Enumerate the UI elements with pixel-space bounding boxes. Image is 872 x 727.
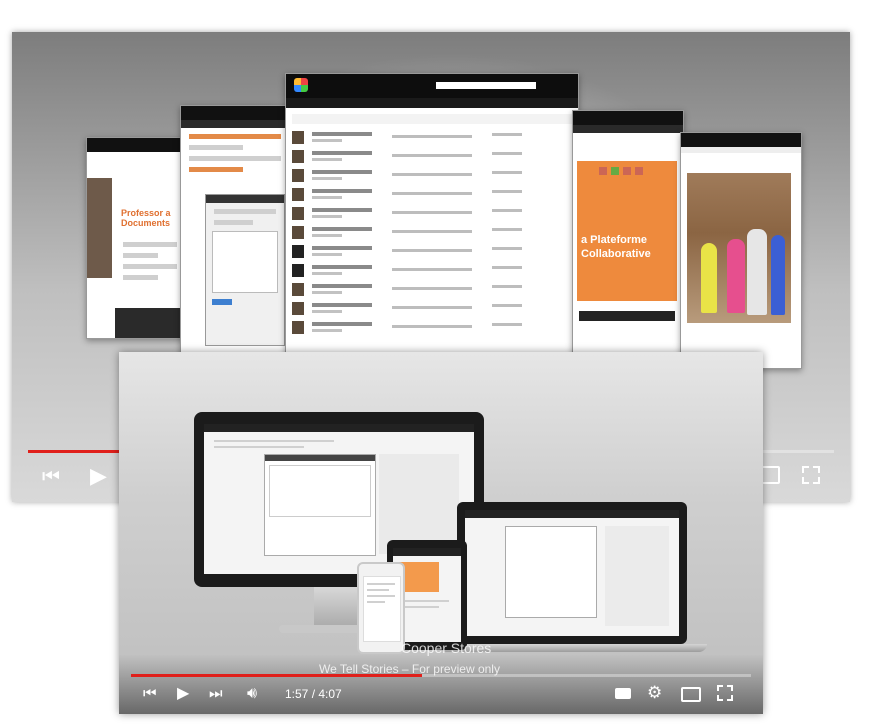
front-progress-fill — [131, 674, 423, 677]
gear-icon[interactable]: ⚙ — [647, 683, 662, 703]
skip-previous-icon[interactable]: ⏮ — [143, 684, 157, 702]
fullscreen-icon[interactable] — [717, 685, 733, 701]
skip-next-icon[interactable]: ⏭ — [209, 684, 223, 702]
photo-people — [687, 173, 791, 323]
play-icon[interactable]: ▶ — [90, 464, 107, 489]
screenshot-window-far-left: Professor a Documents — [86, 137, 188, 339]
front-progress-bar[interactable] — [131, 674, 751, 677]
smartphone — [357, 562, 405, 654]
fullscreen-icon[interactable] — [802, 466, 820, 484]
theater-mode-icon[interactable] — [681, 687, 701, 702]
time-separator: / — [308, 687, 319, 701]
theater-mode-icon[interactable] — [760, 466, 780, 484]
watermark-text: Cooper Stores — [401, 640, 492, 656]
laptop — [457, 502, 687, 644]
current-time: 1:57 — [285, 687, 309, 701]
play-icon[interactable]: ▶ — [177, 683, 189, 702]
screenshot-window-right: a Plateforme Collaborative — [572, 110, 684, 372]
slide-title: Professor a Documents — [121, 208, 171, 228]
screenshot-window-far-right — [680, 132, 802, 369]
skip-previous-icon[interactable]: ⏮ — [42, 464, 60, 488]
orange-headline: a Plateforme Collaborative — [581, 234, 651, 260]
back-progress-fill — [28, 450, 125, 453]
screenshot-window-center — [285, 73, 579, 360]
screenshot-window-left — [180, 105, 290, 375]
duration: 4:07 — [318, 687, 342, 701]
captions-icon[interactable] — [615, 688, 631, 699]
volume-icon[interactable]: 🔊︎ — [247, 683, 257, 703]
foreground-video-player[interactable]: Cooper Stores We Tell Stories – For prev… — [119, 352, 763, 714]
time-display: 1:57 / 4:07 — [285, 687, 342, 701]
